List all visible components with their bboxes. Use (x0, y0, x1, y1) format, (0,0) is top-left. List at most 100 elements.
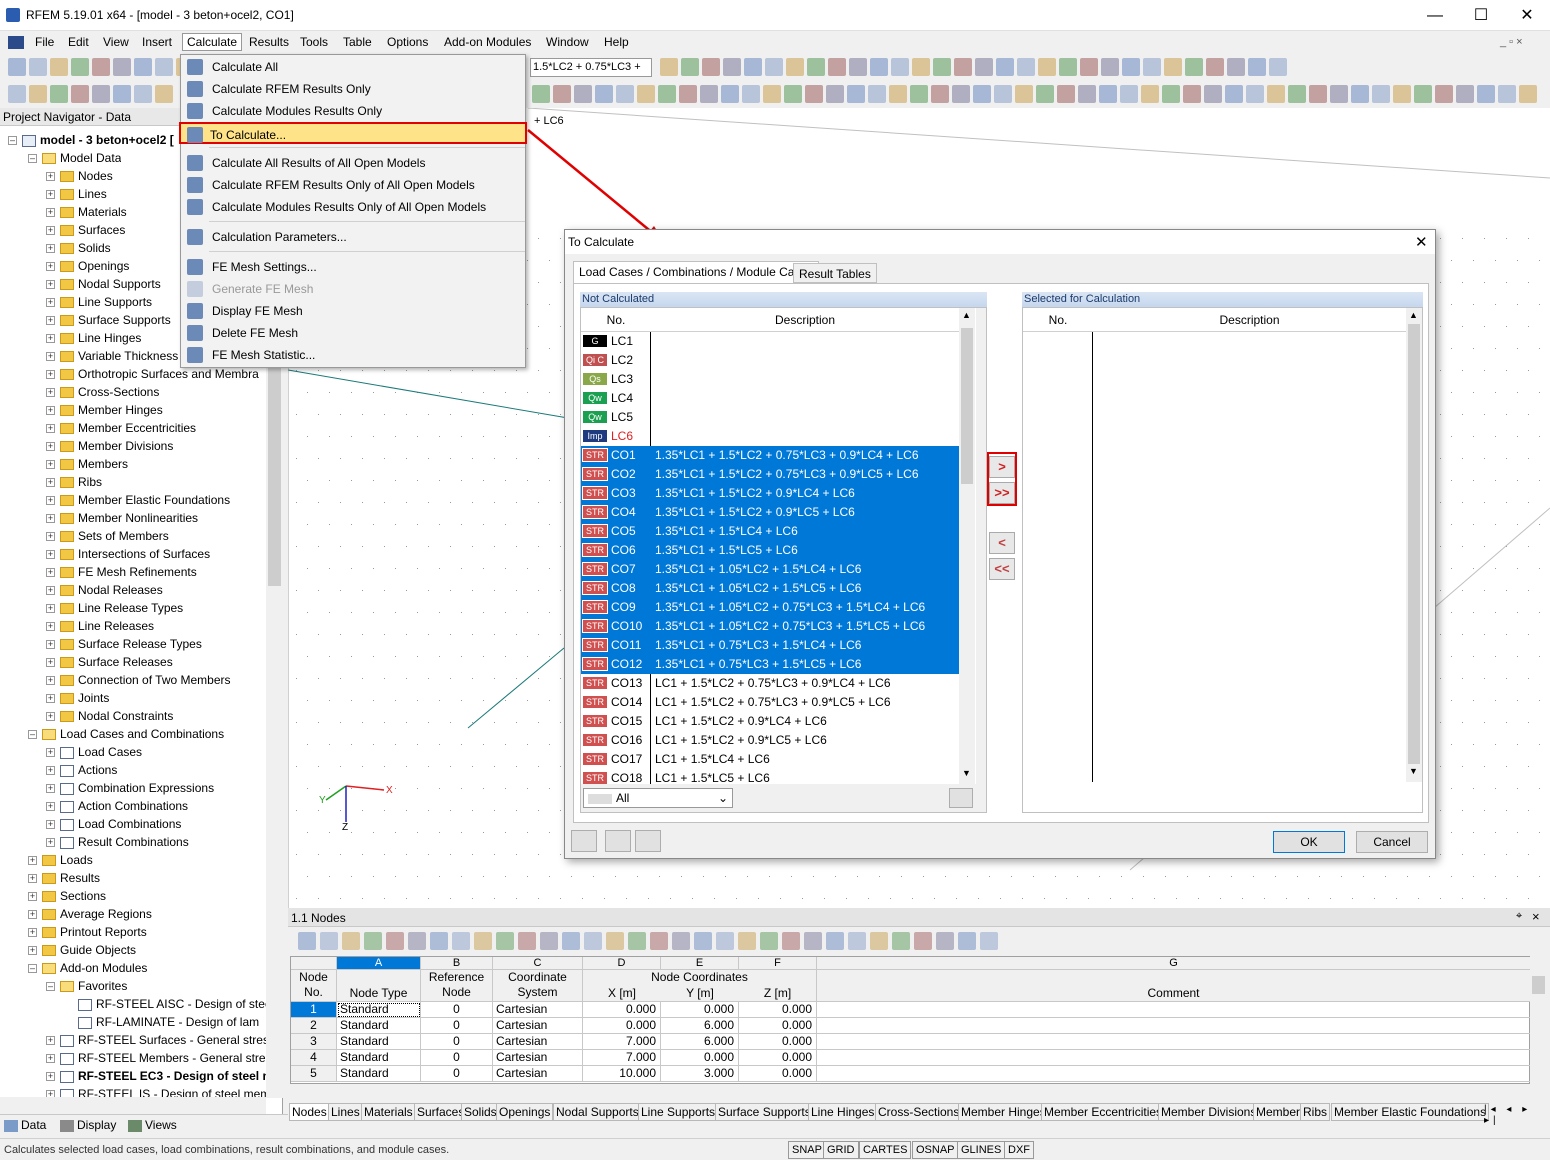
tree-item[interactable]: + Average Regions (28, 905, 152, 923)
menu-item-calculate-rfem-results-only-of-all-open-models[interactable]: Calculate RFEM Results Only of All Open … (181, 174, 525, 196)
toolbar-icon[interactable] (1141, 85, 1159, 103)
list-item[interactable]: STR CO5 1.35*LC1 + 1.5*LC4 + LC6 (581, 522, 959, 541)
expand-icon[interactable]: + (46, 226, 55, 236)
toolbar-icon[interactable] (1164, 58, 1182, 76)
cell-node-type[interactable]: Standard (337, 1018, 421, 1034)
expand-icon[interactable]: + (46, 712, 55, 722)
toolbar-icon[interactable] (1456, 85, 1474, 103)
table-toolbar-icon[interactable] (936, 932, 954, 950)
table-toolbar-icon[interactable] (738, 932, 756, 950)
column-letter[interactable]: A (337, 957, 421, 970)
toolbar-icon[interactable] (1078, 85, 1096, 103)
tree-item[interactable]: RF-STEEL AISC - Design of stee (64, 995, 266, 1013)
cell-z[interactable]: 0.000 (739, 1066, 817, 1082)
selected-panel[interactable]: No. Description ▲ ▼ (1022, 307, 1423, 813)
toolbar-icon[interactable] (1038, 58, 1056, 76)
expand-icon[interactable]: + (46, 244, 55, 254)
toolbar-icon[interactable] (1036, 85, 1054, 103)
tree-item[interactable]: + Members (46, 455, 128, 473)
cell-y[interactable]: 6.000 (661, 1034, 739, 1050)
toolbar-icon[interactable] (1288, 85, 1306, 103)
tree-item[interactable]: + Line Releases (46, 617, 154, 635)
toolbar-icon[interactable] (1227, 58, 1245, 76)
table-toolbar-icon[interactable] (782, 932, 800, 950)
list-item[interactable]: STR CO10 1.35*LC1 + 1.05*LC2 + 0.75*LC3 + … (581, 617, 959, 636)
table-toolbar-icon[interactable] (650, 932, 668, 950)
toolbar-icon[interactable] (931, 85, 949, 103)
app-menu-icon[interactable] (8, 36, 24, 49)
toolbar-icon[interactable] (8, 58, 26, 76)
toolbar-icon[interactable] (1122, 58, 1140, 76)
tree-item[interactable]: – Model Data (28, 149, 121, 167)
table-toolbar-icon[interactable] (386, 932, 404, 950)
tree-item[interactable]: + Solids (46, 239, 111, 257)
toolbar-icon[interactable] (660, 58, 678, 76)
grid-toggle[interactable]: GRID (823, 1141, 859, 1159)
menu-item-calculate-all[interactable]: Calculate All (181, 56, 525, 78)
tree-item[interactable]: + Action Combinations (46, 797, 188, 815)
toolbar-icon[interactable] (92, 85, 110, 103)
ok-button[interactable]: OK (1273, 831, 1345, 853)
toolbar-icon[interactable] (702, 58, 720, 76)
cell-y[interactable]: 0.000 (661, 1050, 739, 1066)
expand-icon[interactable]: + (28, 874, 37, 884)
table-tab[interactable]: Solids (461, 1103, 500, 1121)
menu-insert[interactable]: Insert (142, 35, 172, 49)
toolbar-icon[interactable] (826, 85, 844, 103)
table-toolbar-icon[interactable] (958, 932, 976, 950)
sel-col-no-header[interactable]: No. (1023, 308, 1093, 332)
expand-icon[interactable]: + (46, 478, 55, 488)
list-item[interactable]: STR CO15 LC1 + 1.5*LC2 + 0.9*LC4 + LC6 (581, 712, 959, 731)
tab-result-tables[interactable]: Result Tables (793, 263, 877, 283)
toolbar-icon[interactable] (1330, 85, 1348, 103)
expand-icon[interactable]: + (46, 514, 55, 524)
menu-edit[interactable]: Edit (68, 35, 89, 49)
list-item[interactable]: STR CO4 1.35*LC1 + 1.5*LC2 + 0.9*LC5 + LC6 (581, 503, 959, 522)
cell-comment[interactable] (817, 1034, 1531, 1050)
toolbar-icon[interactable] (1477, 85, 1495, 103)
toolbar-icon[interactable] (765, 58, 783, 76)
list-item[interactable]: STR CO12 1.35*LC1 + 0.75*LC3 + 1.5*LC5 + L… (581, 655, 959, 674)
toolbar-icon[interactable] (681, 58, 699, 76)
toolbar-icon[interactable] (1248, 58, 1266, 76)
expand-icon[interactable]: + (46, 316, 55, 326)
expand-icon[interactable]: + (46, 694, 55, 704)
snap-toggle[interactable]: SNAP (788, 1141, 826, 1159)
tree-item[interactable]: – Load Cases and Combinations (28, 725, 224, 743)
column-letter[interactable]: F (739, 957, 817, 970)
cell-z[interactable]: 0.000 (739, 1034, 817, 1050)
osnap-toggle[interactable]: OSNAP (912, 1141, 959, 1159)
table-toolbar-icon[interactable] (298, 932, 316, 950)
nodes-table[interactable]: A B C D E F G Node No. Node Type Reference Node Coor… (290, 956, 1531, 1084)
toolbar-icon[interactable] (994, 85, 1012, 103)
toolbar-icon[interactable] (113, 58, 131, 76)
list-item[interactable]: STR CO3 1.35*LC1 + 1.5*LC2 + 0.9*LC4 + LC6 (581, 484, 959, 503)
table-tab[interactable]: Member Hinges (958, 1103, 1049, 1121)
table-toolbar-icon[interactable] (892, 932, 910, 950)
col-desc-header[interactable]: Description (651, 308, 959, 332)
toolbar-icon[interactable] (847, 85, 865, 103)
close-button[interactable]: ✕ (1504, 0, 1550, 31)
table-toolbar-icon[interactable] (672, 932, 690, 950)
tree-item[interactable]: + Load Combinations (46, 815, 181, 833)
cell-x[interactable]: 0.000 (583, 1018, 661, 1034)
toolbar-icon[interactable] (784, 85, 802, 103)
cell-x[interactable]: 10.000 (583, 1066, 661, 1082)
row-number[interactable]: 3 (291, 1034, 337, 1050)
table-tab[interactable]: Nodes (289, 1103, 330, 1121)
list-item[interactable]: STR CO14 LC1 + 1.5*LC2 + 0.75*LC3 + 0.9*LC… (581, 693, 959, 712)
tree-item[interactable]: – Favorites (46, 977, 127, 995)
dxf-toggle[interactable]: DXF (1004, 1141, 1034, 1159)
table-tab[interactable]: Member Eccentricities (1041, 1103, 1166, 1121)
cell-y[interactable]: 0.000 (661, 1002, 739, 1018)
tree-item[interactable]: + Line Hinges (46, 329, 141, 347)
menu-tools[interactable]: Tools (300, 35, 328, 49)
tree-item[interactable]: + Nodes (46, 167, 113, 185)
expand-icon[interactable]: + (28, 928, 37, 938)
toolbar-icon[interactable] (912, 58, 930, 76)
list-item[interactable]: STR CO13 LC1 + 1.5*LC2 + 0.75*LC3 + 0.9*LC… (581, 674, 959, 693)
list-item[interactable]: STR CO17 LC1 + 1.5*LC4 + LC6 (581, 750, 959, 769)
tab-scroll-arrows[interactable]: |◂ ◂ ▸ ▸| (1484, 1104, 1550, 1126)
tree-item[interactable]: + Variable Thickness (46, 347, 178, 365)
toolbar-icon[interactable] (8, 85, 26, 103)
